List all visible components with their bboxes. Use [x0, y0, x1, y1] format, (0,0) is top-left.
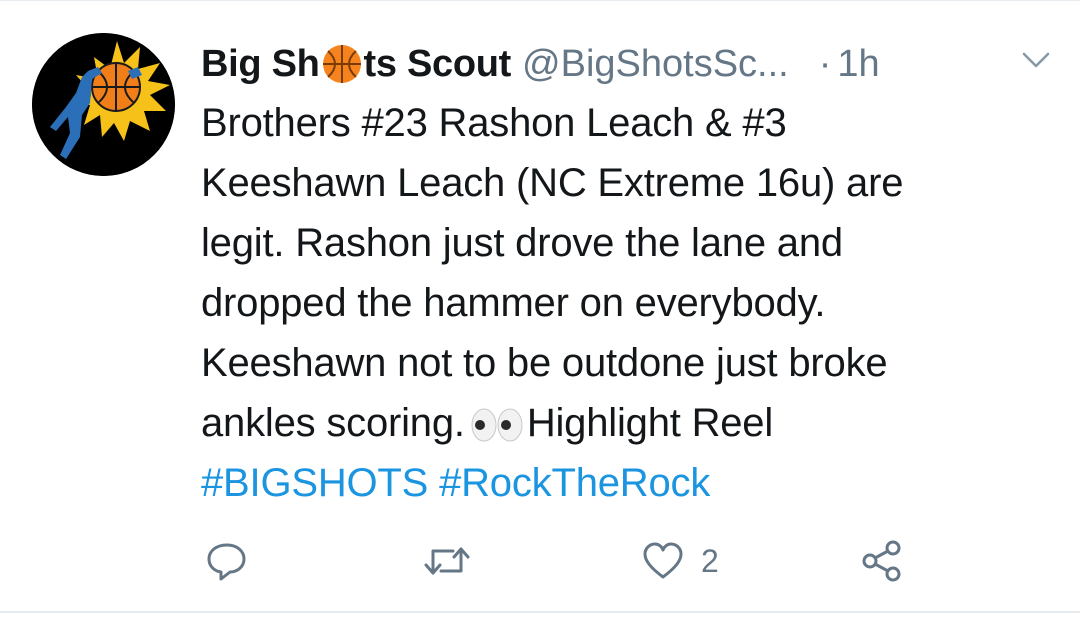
hashtag-link[interactable]: #RockTheRock	[439, 461, 710, 505]
tweet-text-line: Keeshawn Leach (NC Extreme 16u) are	[201, 161, 904, 205]
eyes-icon	[471, 408, 523, 442]
like-button[interactable]: 2	[641, 530, 719, 592]
share-icon	[862, 540, 901, 582]
tweet-text-segment: ankles scoring.	[201, 401, 465, 445]
avatar[interactable]	[32, 33, 175, 176]
like-count: 2	[701, 542, 719, 579]
retweet-button[interactable]	[423, 530, 471, 592]
display-name-part2: ts Scout	[363, 42, 512, 85]
tweet-text-line: Keeshawn not to be outdone just broke	[201, 341, 888, 385]
reply-icon	[207, 543, 246, 581]
retweet-icon	[424, 547, 470, 575]
separator-dot: ·	[818, 42, 832, 85]
display-name[interactable]: Big Sh ts Scout	[201, 43, 511, 86]
tweet-card[interactable]: Big Sh ts Scout @BigShotsSc... · 1h Brot…	[0, 0, 1080, 626]
display-name-part1: Big Sh	[201, 42, 320, 85]
user-handle[interactable]: @BigShotsSc...	[522, 43, 789, 86]
tweet-text-segment: Highlight Reel	[526, 401, 774, 445]
tweet-text-line: dropped the hammer on everybody.	[201, 281, 826, 325]
tweet-header: Big Sh ts Scout @BigShotsSc... · 1h	[201, 38, 1051, 90]
hashtag-line: #BIGSHOTS #RockTheRock	[201, 453, 1041, 513]
timestamp[interactable]: 1h	[837, 43, 879, 86]
basketball-icon	[322, 45, 361, 83]
hashtag-link[interactable]: #BIGSHOTS	[201, 461, 428, 505]
avatar-logo-icon	[32, 33, 175, 176]
tweet-text-line: legit. Rashon just drove the lane and	[201, 221, 843, 265]
chevron-down-icon[interactable]	[1021, 50, 1051, 70]
top-divider	[0, 0, 1080, 1]
reply-button[interactable]	[205, 530, 249, 592]
tweet-actions: 2	[0, 530, 1080, 592]
tweet-text-line: ankles scoring. Highlight Reel	[201, 393, 1041, 453]
tweet-text: Brothers #23 Rashon Leach & #3 Keeshawn …	[201, 93, 1041, 513]
tweet-text-line: Brothers #23 Rashon Leach & #3	[201, 101, 787, 145]
bottom-divider	[0, 611, 1080, 613]
heart-icon	[643, 542, 683, 579]
share-button[interactable]	[860, 530, 904, 592]
